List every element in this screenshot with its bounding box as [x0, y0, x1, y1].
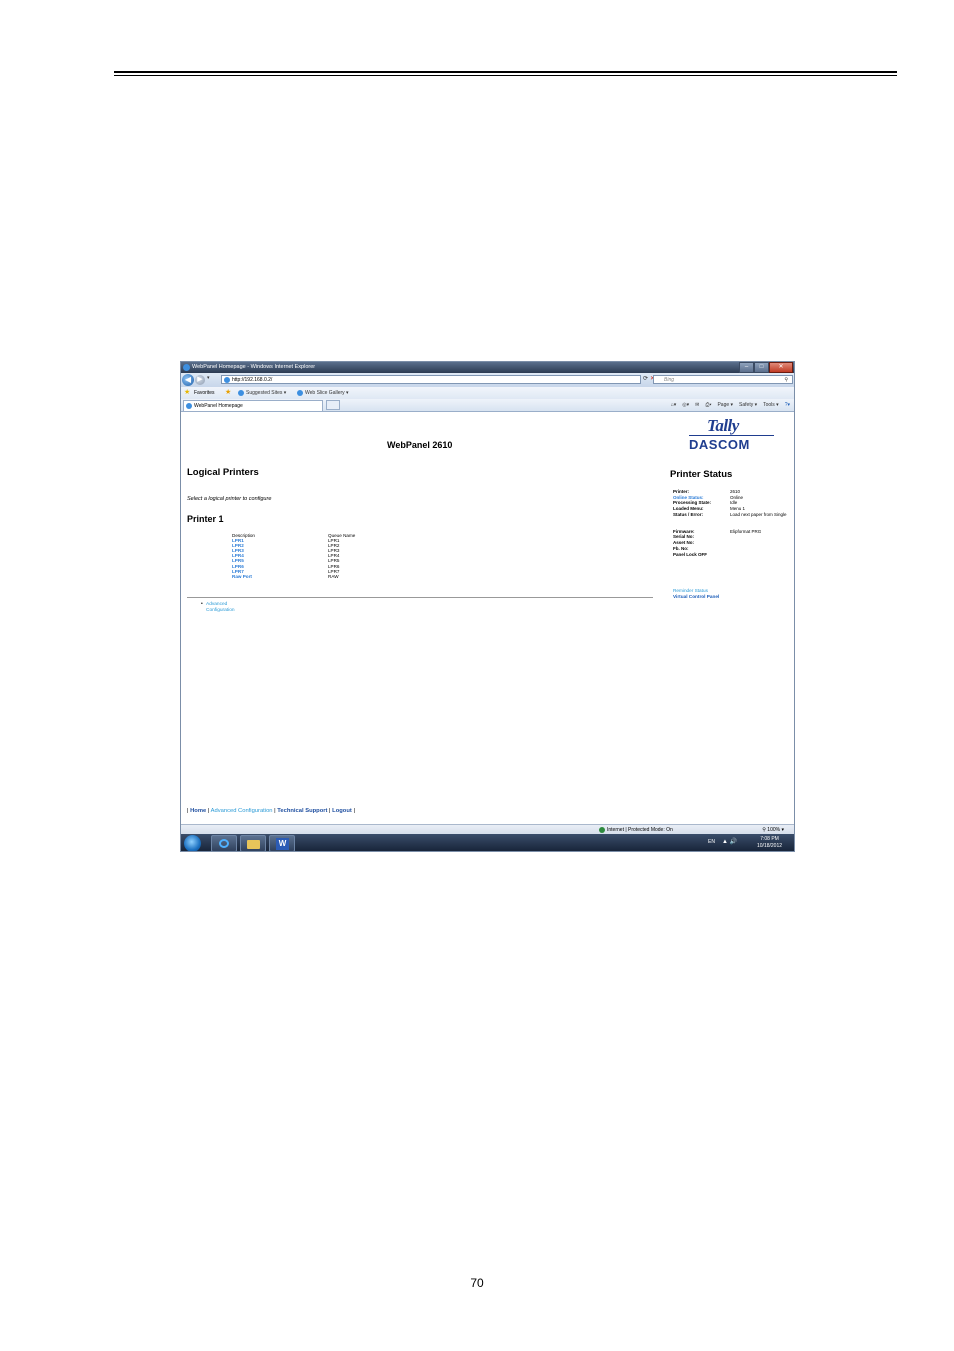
site-title: WebPanel 2610 — [387, 440, 453, 450]
url-input[interactable]: http://192.168.0.2/ — [221, 375, 641, 384]
table-row: Raw Port RAW — [232, 574, 432, 579]
printer-status-heading: Printer Status — [670, 469, 733, 480]
advanced-configuration-link[interactable]: Advanced Configuration — [206, 602, 256, 614]
address-bar: ◀ ▶ ▾ http://192.168.0.2/ ⟳✕ Bing ⚲ — [181, 373, 794, 387]
favorites-button[interactable]: Favorites — [194, 387, 215, 399]
taskbar-word-button[interactable] — [269, 835, 295, 851]
virtual-control-panel-link[interactable]: Virtual Control Panel — [673, 594, 719, 600]
footer-home-link[interactable]: Home — [190, 808, 206, 814]
globe-icon — [599, 826, 605, 833]
language-indicator[interactable]: EN — [708, 839, 715, 845]
select-prompt: Select a logical printer to configure — [187, 496, 272, 502]
clock-date: 10/18/2012 — [757, 843, 783, 849]
ie-icon — [183, 364, 190, 371]
taskbar-ie-button[interactable] — [211, 835, 237, 851]
url-text: http://192.168.0.2/ — [232, 377, 273, 383]
feeds-icon[interactable]: ◎▾ — [682, 399, 689, 411]
footer-logout-link[interactable]: Logout — [332, 808, 352, 814]
favorites-star-icon[interactable]: ★ — [184, 389, 190, 397]
tab-page-icon — [186, 403, 192, 409]
footer-nav: | Home | Advanced Configuration | Techni… — [187, 808, 355, 814]
header-rule-thick — [114, 71, 897, 73]
command-bar: ⌂▾ ◎▾ ✉ ⎙▾ Page ▾ Safety ▾ Tools ▾ ?▾ — [671, 399, 790, 411]
clock-time: 7:08 PM — [760, 836, 779, 842]
logical-printer-table: Description Queue Name LPR1 LPR1 LPR2 LPR2… — [232, 533, 432, 579]
status-links: Reminder Status Virtual Control Panel — [673, 588, 719, 600]
zoom-level: 100% — [767, 827, 781, 833]
printer-link[interactable]: Raw Port — [232, 574, 252, 579]
status-value: Load next paper from Single — [730, 511, 787, 517]
minimize-button[interactable]: – — [739, 362, 754, 373]
status-row: Status / Error: Load next paper from Sing… — [673, 512, 793, 523]
queue-name: RAW — [328, 573, 339, 579]
footer-separator: | — [353, 808, 355, 814]
search-icon[interactable]: ⚲ — [784, 376, 788, 385]
new-tab-button[interactable] — [326, 400, 340, 410]
tab-label: WebPanel Homepage — [194, 403, 243, 409]
close-button[interactable]: ✕ — [769, 362, 793, 373]
status-row: Panel Lock OFF — [673, 552, 793, 558]
safety-menu[interactable]: Safety ▾ — [739, 399, 757, 411]
help-icon[interactable]: ?▾ — [785, 399, 790, 411]
tab-bar: WebPanel Homepage ⌂▾ ◎▾ ✉ ⎙▾ Page ▾ Safe… — [181, 399, 794, 412]
printer-heading: Printer 1 — [187, 514, 224, 524]
search-input[interactable]: Bing ⚲ — [653, 375, 793, 384]
taskbar-explorer-button[interactable] — [240, 835, 266, 851]
add-favorite-icon[interactable]: ★ — [225, 388, 231, 398]
clock[interactable]: 7:08 PM 10/18/2012 — [757, 836, 782, 850]
panel-lock-status: Panel Lock OFF — [673, 551, 708, 557]
content-divider — [187, 597, 653, 598]
search-placeholder: Bing — [664, 377, 675, 383]
web-page: WebPanel 2610 Tally DASCOM Logical Print… — [181, 412, 794, 824]
logical-printers-heading: Logical Printers — [187, 467, 259, 478]
logo-tally: Tally — [707, 416, 739, 435]
security-zone-text: Internet | Protected Mode: On — [607, 827, 673, 833]
back-button[interactable]: ◀ — [182, 374, 194, 386]
window-title: WebPanel Homepage - Windows Internet Exp… — [192, 364, 316, 370]
footer-support-link[interactable]: Technical Support — [277, 808, 327, 814]
home-icon[interactable]: ⌂▾ — [671, 399, 677, 411]
suggested-sites-icon — [238, 390, 244, 396]
page-number: 70 — [470, 1276, 484, 1290]
web-slice-gallery-button[interactable]: Web Slice Gallery ▾ — [305, 387, 349, 399]
maximize-button[interactable]: □ — [754, 362, 769, 373]
footer-advanced-link[interactable]: Advanced Configuration — [211, 808, 273, 814]
bullet-icon: • — [201, 601, 203, 607]
logo-dascom: DASCOM — [689, 437, 750, 452]
browser-screenshot: WebPanel Homepage - Windows Internet Exp… — [180, 361, 795, 852]
start-button[interactable] — [184, 835, 201, 851]
history-dropdown-icon[interactable]: ▾ — [207, 375, 210, 381]
tools-menu[interactable]: Tools ▾ — [763, 399, 779, 411]
header-rule-thin — [114, 75, 897, 76]
window-titlebar[interactable]: WebPanel Homepage - Windows Internet Exp… — [181, 362, 794, 373]
page-menu[interactable]: Page ▾ — [717, 399, 733, 411]
forward-button[interactable]: ▶ — [195, 375, 205, 385]
favorites-bar: ★ Favorites ★ Suggested Sites ▾ Web Slic… — [181, 387, 794, 399]
printer-status-table: Printer: 2610 Online Status: Online Proces… — [673, 489, 793, 557]
windows-taskbar: EN ▲ 🔊 7:08 PM 10/18/2012 — [181, 834, 794, 851]
web-slice-icon — [297, 390, 303, 396]
logo-divider — [689, 435, 774, 436]
tab-webpanel-homepage[interactable]: WebPanel Homepage — [183, 400, 323, 411]
status-label: Status / Error: — [673, 511, 704, 517]
window-controls: – □ ✕ — [739, 362, 793, 373]
mail-icon[interactable]: ✉ — [695, 399, 699, 411]
page-icon — [224, 377, 230, 383]
refresh-icon[interactable]: ⟳ — [643, 376, 650, 382]
tray-icons[interactable]: ▲ 🔊 — [722, 838, 737, 845]
suggested-sites-button[interactable]: Suggested Sites ▾ — [246, 387, 286, 399]
print-icon[interactable]: ⎙▾ — [705, 399, 711, 411]
